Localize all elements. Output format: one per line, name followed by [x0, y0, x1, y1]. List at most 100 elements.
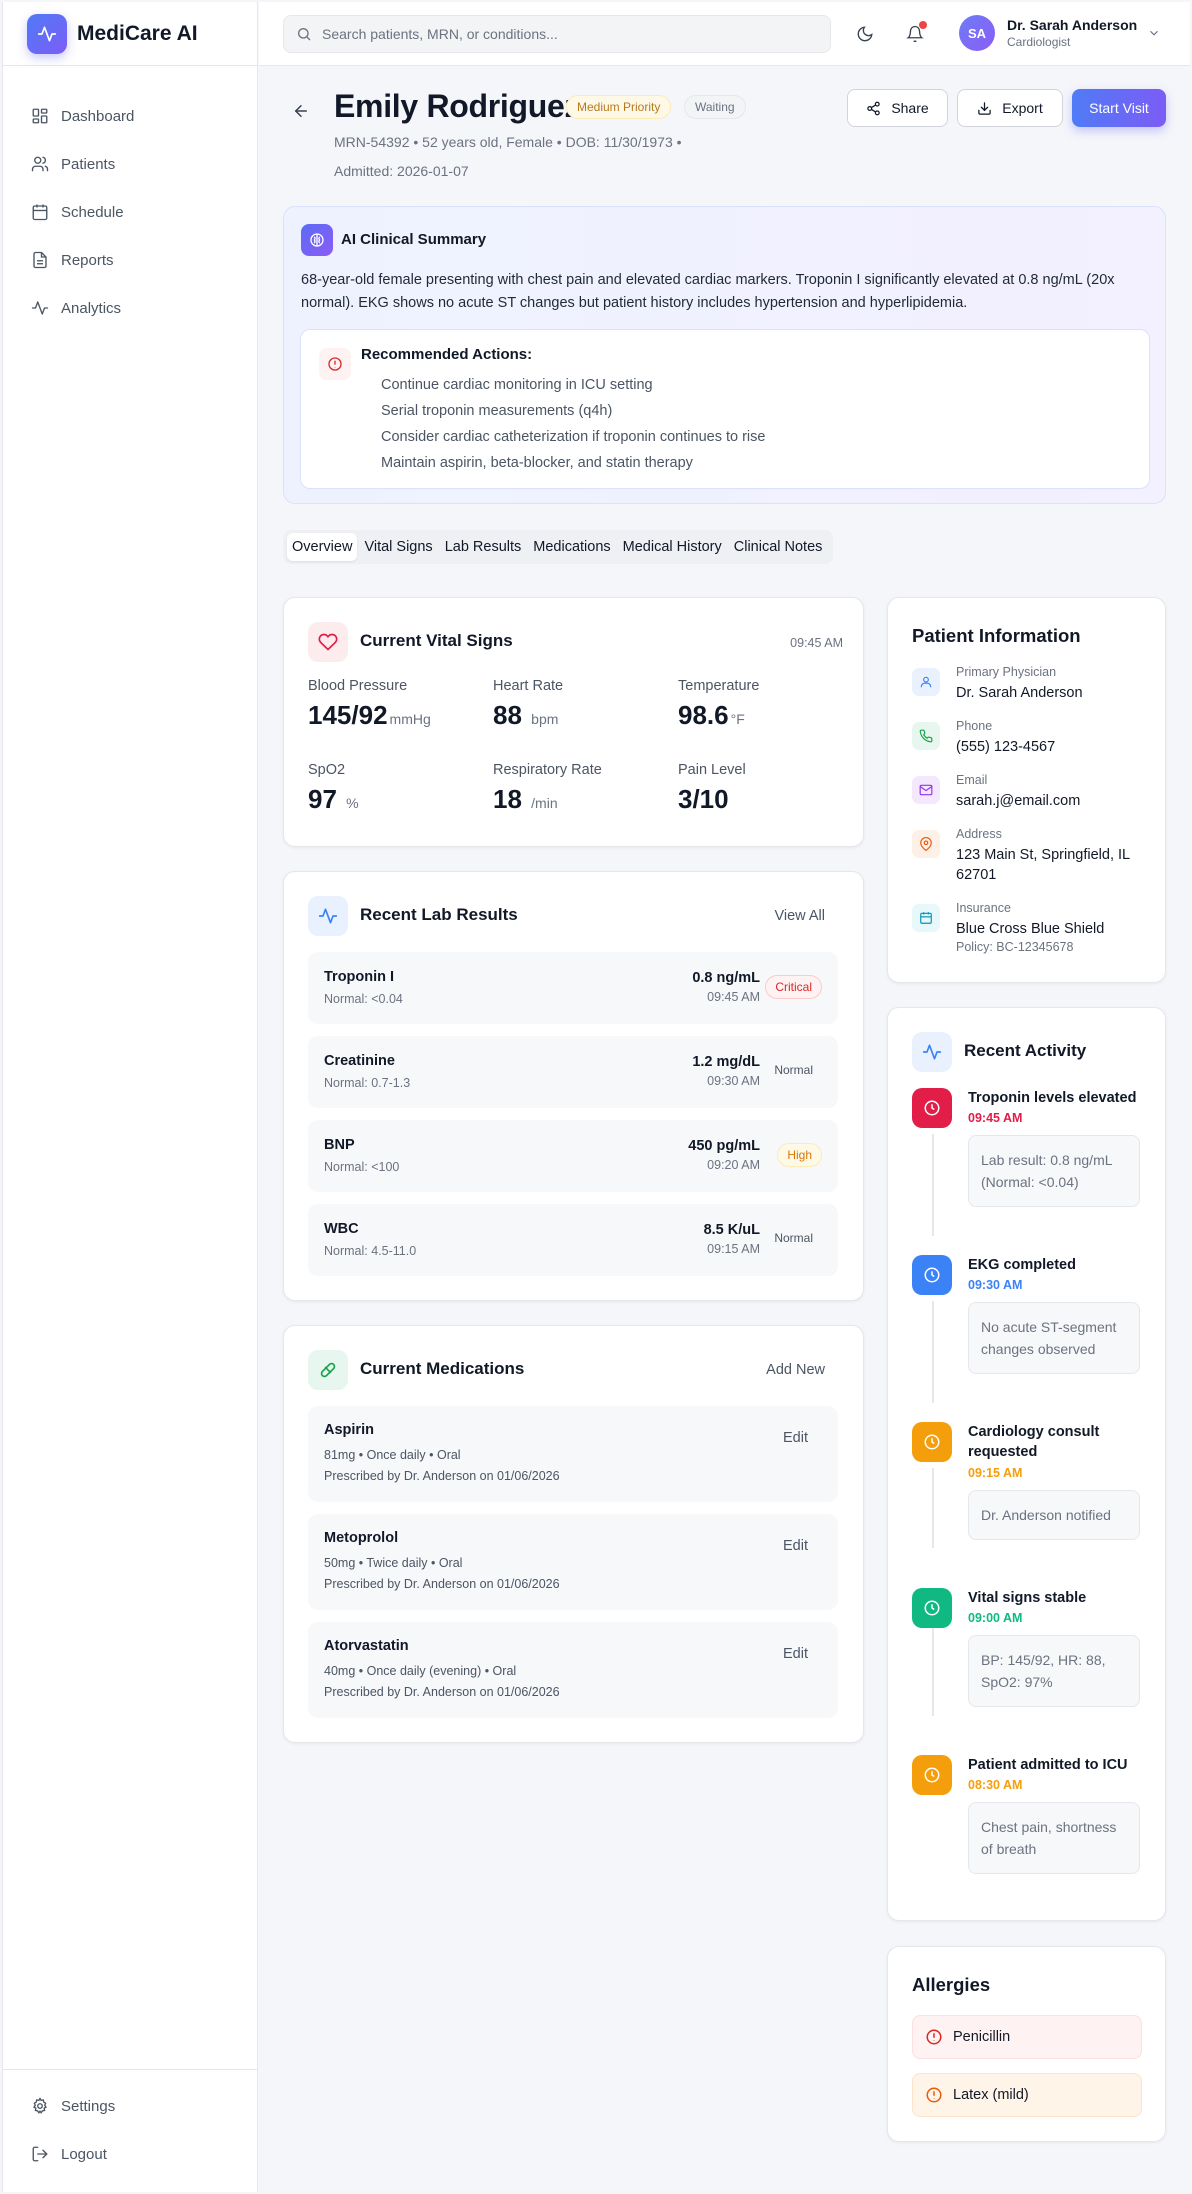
page-title: Emily Rodriguez	[334, 88, 581, 124]
info-label: Email	[956, 773, 988, 787]
notifications-button[interactable]	[903, 21, 927, 46]
edit-medication-button[interactable]: Edit	[783, 1538, 808, 1554]
patient-mrn: MRN-54392	[334, 134, 410, 150]
allergy-item: Penicillin	[912, 2015, 1142, 2059]
lab-name: BNP	[324, 1137, 355, 1153]
search-box[interactable]	[283, 15, 831, 53]
user-role: Cardiologist	[1007, 35, 1071, 49]
sidebar-item-label: Analytics	[61, 299, 122, 317]
sidebar-item-reports[interactable]: Reports	[3, 236, 257, 284]
patient-dob: DOB: 11/30/1973	[565, 134, 673, 150]
vital-unit: °F	[730, 711, 745, 727]
medication-prescribed: Prescribed by Dr. Anderson on 01/06/2026	[324, 1685, 560, 1699]
user-name: Dr. Sarah Anderson	[1007, 17, 1138, 33]
brand[interactable]: MediCare AI	[3, 2, 257, 66]
avatar: SA	[959, 15, 995, 51]
activity-time: 08:30 AM	[968, 1778, 1023, 1792]
sidebar-item-logout[interactable]: Logout	[3, 2130, 257, 2178]
edit-medication-button[interactable]: Edit	[783, 1646, 808, 1662]
tab-overview[interactable]: Overview	[287, 533, 358, 561]
status-badge: Waiting	[684, 95, 746, 119]
info-value[interactable]: sarah.j@email.com	[956, 791, 1156, 811]
activity-detail: BP: 145/92, HR: 88, SpO2: 97%	[968, 1635, 1140, 1707]
add-medication-button[interactable]: Add New	[766, 1362, 825, 1378]
sidebar-item-analytics[interactable]: Analytics	[3, 284, 257, 332]
clock-icon	[912, 1588, 952, 1628]
medication-name: Metoprolol	[324, 1530, 399, 1546]
ai-summary-text: 68-year-old female presenting with chest…	[301, 272, 1115, 311]
vital-unit: mmHg	[389, 711, 431, 727]
alert-circle-icon	[926, 2029, 942, 2045]
vital-respiratory-rate: Respiratory Rate 18 /min	[493, 762, 602, 815]
export-button[interactable]: Export	[957, 89, 1063, 127]
activity-time: 09:30 AM	[968, 1278, 1023, 1292]
start-visit-button[interactable]: Start Visit	[1072, 89, 1166, 127]
sidebar-item-patients[interactable]: Patients	[3, 140, 257, 188]
user-menu[interactable]: SA Dr. Sarah Anderson Cardiologist	[959, 15, 1161, 51]
view-all-labs-button[interactable]: View All	[774, 908, 825, 924]
activity-title: Vital signs stable	[968, 1590, 1087, 1606]
tab-lab-results[interactable]: Lab Results	[440, 533, 527, 561]
lab-row[interactable]: Troponin I Normal: <0.04 0.8 ng/mL 09:45…	[308, 952, 838, 1024]
tab-clinical-notes[interactable]: Clinical Notes	[729, 533, 828, 561]
lab-time: 09:30 AM	[707, 1074, 760, 1088]
calendar-icon	[32, 204, 48, 221]
map-pin-icon	[912, 830, 940, 858]
patient-information-card: Patient Information Primary Physician Dr…	[887, 597, 1166, 983]
vital-temperature: Temperature 98.6 °F	[678, 678, 759, 731]
clock-icon	[912, 1088, 952, 1128]
share-icon	[867, 101, 881, 115]
tab-vital-signs[interactable]: Vital Signs	[359, 533, 437, 561]
sidebar-item-dashboard[interactable]: Dashboard	[3, 92, 257, 140]
lab-value: 450 pg/mL	[688, 1138, 760, 1154]
info-label: Primary Physician	[956, 665, 1057, 679]
info-value: Dr. Sarah Anderson	[956, 685, 1083, 701]
moon-icon	[857, 26, 873, 42]
activity-title: Patient admitted to ICU	[968, 1757, 1128, 1773]
activity-icon	[31, 301, 49, 315]
activity-title: Cardiology consult requested	[968, 1424, 1100, 1460]
clock-icon	[912, 1422, 952, 1462]
edit-medication-button[interactable]: Edit	[783, 1430, 808, 1446]
vital-spo2: SpO2 97 %	[308, 762, 359, 815]
share-button[interactable]: Share	[847, 89, 948, 127]
meta-separator: •	[413, 134, 419, 150]
vital-pain-level: Pain Level 3/10	[678, 762, 746, 815]
lab-row[interactable]: Creatinine Normal: 0.7-1.3 1.2 mg/dL 09:…	[308, 1036, 838, 1108]
search-input[interactable]	[322, 26, 802, 42]
vital-signs-time: 09:45 AM	[790, 636, 843, 650]
vital-number: 3/10	[678, 784, 729, 814]
tab-medical-history[interactable]: Medical History	[618, 533, 727, 561]
theme-toggle-button[interactable]	[853, 22, 877, 46]
lab-row[interactable]: BNP Normal: <100 450 pg/mL 09:20 AM High	[308, 1120, 838, 1192]
clock-icon	[912, 1755, 952, 1795]
info-value[interactable]: (555) 123-4567	[956, 737, 1156, 757]
sidebar-item-schedule[interactable]: Schedule	[3, 188, 257, 236]
recommended-item: Consider cardiac catheterization if trop…	[381, 429, 766, 445]
vital-number: 97	[308, 784, 337, 814]
vital-value: 3/10	[678, 784, 746, 815]
vital-label: Pain Level	[678, 762, 746, 778]
sidebar-item-settings[interactable]: Settings	[3, 2082, 257, 2130]
lab-time: 09:45 AM	[707, 990, 760, 1004]
lab-normal-range: Normal: 0.7-1.3	[324, 1076, 411, 1090]
vital-signs-card: Current Vital Signs 09:45 AM Blood Press…	[283, 597, 864, 847]
allergies-card: Allergies Penicillin Latex (mild)	[887, 1946, 1166, 2142]
lab-status-badge: Critical	[765, 975, 822, 999]
allergies-title: Allergies	[912, 1974, 991, 1995]
activity-detail: Dr. Anderson notified	[968, 1490, 1140, 1540]
lab-row[interactable]: WBC Normal: 4.5-11.0 8.5 K/uL 09:15 AM N…	[308, 1204, 838, 1276]
medication-dose: 81mg • Once daily • Oral	[324, 1448, 461, 1462]
patient-admitted: Admitted: 2026-01-07	[334, 163, 469, 179]
lab-name: Troponin I	[324, 969, 395, 985]
medication-name: Atorvastatin	[324, 1638, 409, 1654]
timeline-line	[932, 1614, 934, 1716]
medications-title: Current Medications	[360, 1359, 525, 1378]
tab-medications[interactable]: Medications	[528, 533, 615, 561]
back-button[interactable]	[292, 102, 310, 120]
vital-number: 18	[493, 784, 522, 814]
vital-value: 97 %	[308, 784, 359, 815]
gear-icon	[33, 2097, 47, 2114]
recommended-item: Maintain aspirin, beta-blocker, and stat…	[381, 455, 693, 471]
sidebar-item-label: Reports	[61, 251, 114, 269]
